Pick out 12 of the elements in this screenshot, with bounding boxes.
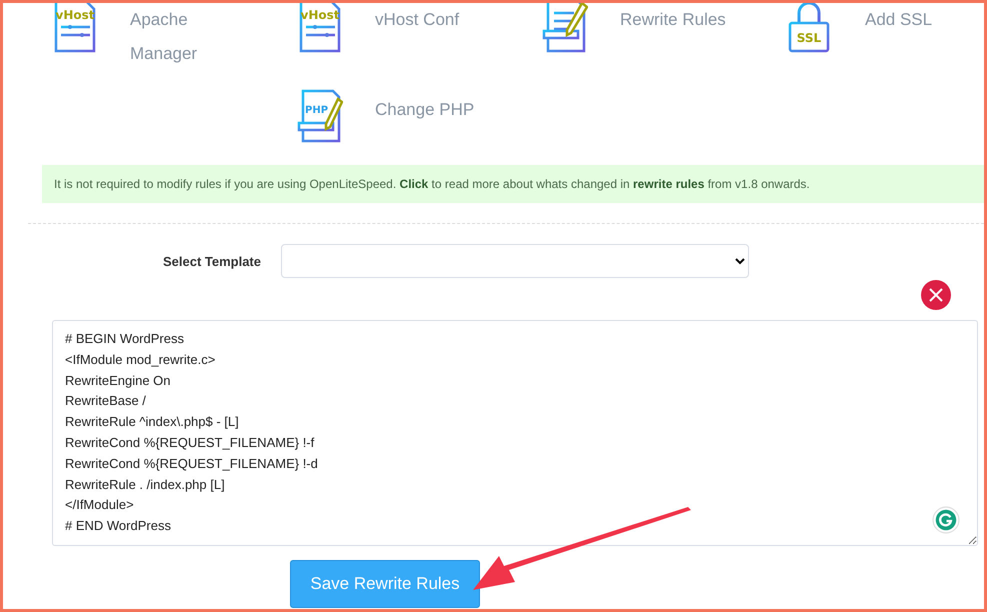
tile-link[interactable]: Add SSL [865, 3, 975, 37]
document-icon[interactable] [542, 3, 588, 53]
close-icon[interactable] [921, 280, 951, 310]
save-button[interactable]: Save Rewrite Rules [290, 560, 480, 608]
select-label: Select Template [162, 254, 261, 268]
grammar-icon[interactable] [932, 506, 960, 534]
tile-link[interactable]: Rewrite Rules [620, 3, 730, 37]
info-notice: It is not required to modify rules if you are using OpenLiteSpeed. Click to read more about whats changed in rewrite rules from v1.8 onwards. [42, 165, 984, 203]
rules-editor[interactable]: # BEGIN WordPress <IfModule mod_rewrite.c> RewriteEngine On RewriteBase / RewriteRule ^index\.php$ - [L] RewriteCond %{REQUEST_FILENAME} !-f RewriteCond %{REQUEST_FILENAME} !-d RewriteRule . /index.php [L] </IfModule> # END WordPress [52, 320, 978, 546]
tile-link[interactable]: Change PHP [375, 89, 485, 127]
tile-link[interactable]: Apache Manager [130, 3, 240, 71]
tile-link[interactable]: vHost Conf [375, 3, 485, 37]
